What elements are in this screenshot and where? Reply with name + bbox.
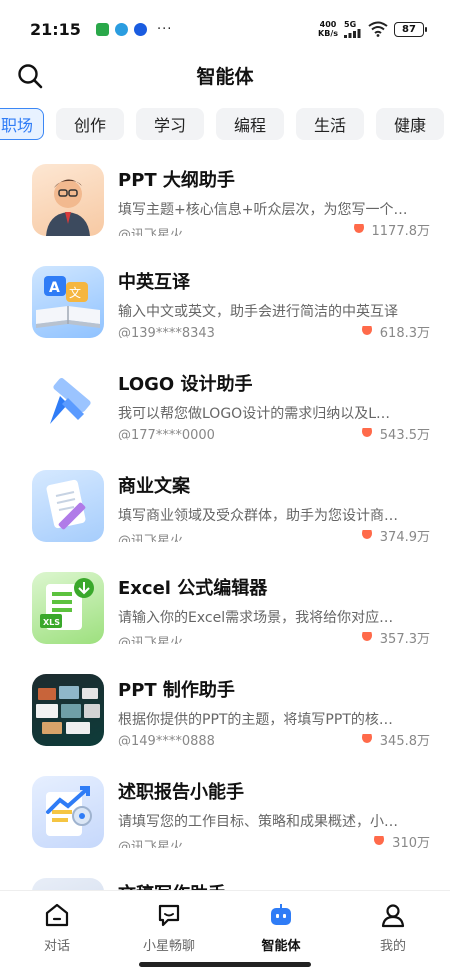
list-item[interactable]: LOGO 设计助手 我可以帮您做LOGO设计的需求归纳以及L… @177****… bbox=[0, 354, 450, 456]
svg-text:文: 文 bbox=[69, 285, 81, 300]
writing-assistant-avatar bbox=[32, 878, 104, 890]
user-icon bbox=[379, 901, 407, 929]
item-author: @讯飞星火 bbox=[118, 228, 184, 236]
logo-design-avatar bbox=[32, 368, 104, 440]
tab-creation[interactable]: 创作 bbox=[56, 108, 125, 140]
tab-programming[interactable]: 编程 bbox=[216, 108, 285, 140]
chat-bubble-icon bbox=[155, 901, 183, 929]
svg-text:XLS: XLS bbox=[43, 618, 60, 627]
header: 智能体 bbox=[0, 56, 450, 96]
item-author: @149****0888 bbox=[118, 734, 215, 746]
list-item[interactable]: XLS Excel 公式编辑器 请输入你的Excel需求场景，我将给你对应… @… bbox=[0, 558, 450, 660]
status-bar: 21:15 ··· 400 KB/s 5G 87 bbox=[0, 0, 450, 56]
work-report-avatar bbox=[32, 776, 104, 848]
agent-list: PPT 大纲助手 填写主题+核心信息+听众层次，为您写一个… @讯飞星火 117… bbox=[0, 150, 450, 890]
flame-icon bbox=[361, 530, 372, 539]
wifi-icon bbox=[368, 21, 388, 37]
item-heat: 618.3万 bbox=[361, 326, 430, 338]
item-author: @177****0000 bbox=[118, 428, 215, 440]
item-author: @讯飞星火 bbox=[118, 534, 184, 542]
item-title: 述职报告小能手 bbox=[118, 782, 244, 803]
signal-icon bbox=[344, 29, 361, 38]
item-description: 根据你提供的PPT的主题，将填写PPT的核… bbox=[118, 712, 393, 728]
nav-xiaoxing-chat[interactable]: 小星畅聊 bbox=[119, 901, 219, 954]
item-title: PPT 制作助手 bbox=[118, 680, 235, 701]
network-type: 5G bbox=[344, 20, 357, 29]
item-heat: 543.5万 bbox=[361, 428, 430, 440]
item-author: @讯飞星火 bbox=[118, 840, 184, 848]
item-meta: @139****8343 618.3万 bbox=[118, 326, 430, 338]
flame-icon bbox=[361, 428, 372, 437]
item-description: 填写商业领域及受众群体，助手为您设计商… bbox=[118, 508, 398, 524]
ppt-maker-avatar bbox=[32, 674, 104, 746]
agent-robot-icon bbox=[267, 901, 295, 929]
flame-icon bbox=[361, 632, 372, 641]
item-title: 文稿写作助手 bbox=[118, 880, 226, 890]
nav-label: 对话 bbox=[43, 939, 70, 954]
list-item[interactable]: 述职报告小能手 请填写您的工作目标、策略和成果概述，小… @讯飞星火 310万 bbox=[0, 762, 450, 864]
flame-icon bbox=[374, 836, 385, 845]
nav-agents[interactable]: 智能体 bbox=[231, 901, 331, 954]
business-copy-avatar bbox=[32, 470, 104, 542]
item-heat: 345.8万 bbox=[361, 734, 430, 746]
list-item[interactable]: 商业文案 填写商业领域及受众群体，助手为您设计商… @讯飞星火 374.9万 bbox=[0, 456, 450, 558]
flame-icon bbox=[361, 734, 372, 743]
item-title: 商业文案 bbox=[118, 476, 190, 497]
item-description: 输入中文或英文，助手会进行简洁的中英互译 bbox=[118, 304, 398, 320]
item-meta: @讯飞星火 1177.8万 bbox=[118, 224, 430, 236]
item-heat: 310万 bbox=[374, 836, 430, 848]
item-meta: @讯飞星火 310万 bbox=[118, 836, 430, 848]
list-item[interactable]: PPT 制作助手 根据你提供的PPT的主题，将填写PPT的核… @149****… bbox=[0, 660, 450, 762]
category-tabs: 职场 创作 学习 编程 生活 健康 bbox=[0, 108, 445, 140]
excel-formula-avatar: XLS bbox=[32, 572, 104, 644]
nav-label: 我的 bbox=[379, 939, 406, 954]
list-item[interactable]: PPT 大纲助手 填写主题+核心信息+听众层次，为您写一个… @讯飞星火 117… bbox=[0, 150, 450, 252]
flame-icon bbox=[353, 224, 364, 233]
tab-learning[interactable]: 学习 bbox=[136, 108, 205, 140]
item-author: @讯飞星火 bbox=[118, 636, 184, 644]
item-description: 请输入你的Excel需求场景，我将给你对应… bbox=[118, 610, 394, 626]
nav-label: 智能体 bbox=[261, 939, 301, 954]
svg-text:A: A bbox=[49, 280, 60, 296]
more-notifications-icon: ··· bbox=[157, 22, 173, 37]
translate-avatar: A 文 bbox=[32, 266, 104, 338]
telegram-icon bbox=[115, 23, 128, 36]
item-meta: @177****0000 543.5万 bbox=[118, 428, 430, 440]
ppt-outline-avatar bbox=[32, 164, 104, 236]
flame-icon bbox=[361, 326, 372, 335]
page-title: 智能体 bbox=[196, 66, 254, 88]
home-indicator[interactable] bbox=[139, 962, 311, 967]
item-heat: 1177.8万 bbox=[353, 224, 430, 236]
status-indicators: 400 KB/s 5G 87 bbox=[318, 20, 427, 38]
notification-icons: ··· bbox=[96, 22, 172, 37]
tab-life[interactable]: 生活 bbox=[296, 108, 365, 140]
app-notification-icon bbox=[96, 23, 109, 36]
list-item[interactable]: A 文 中英互译 输入中文或英文，助手会进行简洁的中英互译 @139****83… bbox=[0, 252, 450, 354]
item-heat: 357.3万 bbox=[361, 632, 430, 644]
nav-chat[interactable]: 对话 bbox=[7, 901, 107, 954]
item-description: 请填写您的工作目标、策略和成果概述，小… bbox=[118, 814, 398, 830]
item-title: LOGO 设计助手 bbox=[118, 374, 253, 395]
item-meta: @讯飞星火 357.3万 bbox=[118, 632, 430, 644]
tab-health[interactable]: 健康 bbox=[376, 108, 445, 140]
list-item[interactable]: 文稿写作助手 bbox=[0, 864, 450, 890]
item-title: Excel 公式编辑器 bbox=[118, 578, 268, 599]
item-title: PPT 大纲助手 bbox=[118, 170, 235, 191]
item-meta: @讯飞星火 374.9万 bbox=[118, 530, 430, 542]
battery-indicator: 87 bbox=[394, 21, 427, 37]
nav-profile[interactable]: 我的 bbox=[343, 901, 443, 954]
item-description: 我可以帮您做LOGO设计的需求归纳以及L… bbox=[118, 406, 390, 422]
tab-workplace[interactable]: 职场 bbox=[0, 108, 45, 140]
item-meta: @149****0888 345.8万 bbox=[118, 734, 430, 746]
network-speed: 400 KB/s bbox=[318, 20, 338, 38]
item-heat: 374.9万 bbox=[361, 530, 430, 542]
home-icon bbox=[43, 901, 71, 929]
item-description: 填写主题+核心信息+听众层次，为您写一个… bbox=[118, 202, 408, 218]
nav-label: 小星畅聊 bbox=[142, 939, 195, 954]
app-notification-icon bbox=[134, 23, 147, 36]
item-author: @139****8343 bbox=[118, 326, 215, 338]
item-title: 中英互译 bbox=[118, 272, 190, 293]
status-time: 21:15 bbox=[30, 20, 81, 39]
